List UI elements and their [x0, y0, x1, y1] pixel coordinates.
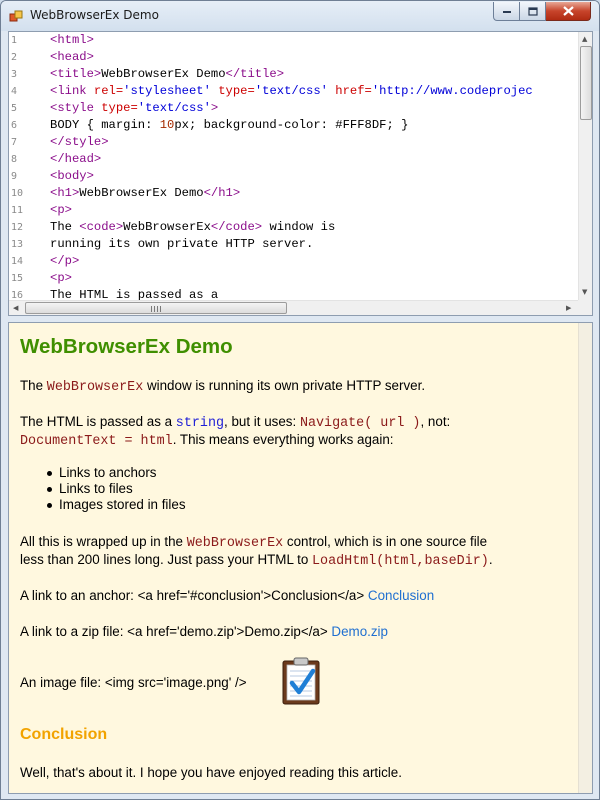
conclusion-heading: Conclusion	[20, 726, 108, 743]
line-number: 15	[11, 273, 24, 284]
window-title: WebBrowserEx Demo	[30, 8, 159, 22]
wrap-paragraph-line-2: less than 200 lines long. Just pass your…	[20, 552, 493, 569]
editor-horizontal-scroll-thumb[interactable]	[25, 302, 287, 314]
code-line: <style type='text/css'>	[50, 101, 219, 115]
app-window-icon	[9, 10, 23, 22]
code-line: The HTML is passed as a	[50, 288, 219, 300]
code-line: </p>	[50, 254, 80, 268]
code-line: running its own private HTTP server.	[50, 237, 314, 251]
editor-vertical-scrollbar[interactable]: ▲ ▼	[578, 32, 592, 300]
html-source-editor[interactable]: 1 2 3 4 5 6 7 8 9 10 11 12 13 14 15 16 <…	[8, 31, 593, 316]
intro-paragraph: The WebBrowserEx window is running its o…	[20, 378, 426, 395]
code-line: BODY { margin: 10px; background-color: #…	[50, 118, 409, 132]
line-number: 3	[11, 69, 18, 80]
code-line: </head>	[50, 152, 102, 166]
line-number: 12	[11, 222, 24, 233]
feature-list: Links to anchors Links to files Images s…	[47, 465, 186, 513]
rendered-page: WebBrowserEx Demo The WebBrowserEx windo…	[9, 323, 578, 793]
web-browser-pane[interactable]: WebBrowserEx Demo The WebBrowserEx windo…	[8, 322, 593, 794]
html-paragraph-line-2: DocumentText = html. This means everythi…	[20, 432, 394, 449]
wrap-paragraph-line-1: All this is wrapped up in the WebBrowser…	[20, 534, 488, 551]
conclusion-link[interactable]: Conclusion	[368, 588, 434, 603]
scroll-up-icon[interactable]: ▲	[582, 35, 587, 43]
close-icon	[562, 6, 574, 16]
scroll-left-icon[interactable]: ◀	[13, 304, 18, 312]
image-paragraph: An image file: <img src='image.png' />	[20, 675, 247, 690]
list-item: Links to anchors	[47, 465, 186, 481]
line-number: 8	[11, 154, 18, 165]
browser-vertical-scrollbar[interactable]	[578, 323, 592, 793]
code-line: <html>	[50, 33, 94, 47]
code-line: <p>	[50, 203, 72, 217]
scroll-right-icon[interactable]: ▶	[566, 304, 571, 312]
anchor-link-paragraph: A link to an anchor: <a href='#conclusio…	[20, 588, 435, 603]
demo-zip-link[interactable]: Demo.zip	[331, 624, 388, 639]
list-item: Images stored in files	[47, 497, 186, 513]
line-number: 9	[11, 171, 18, 182]
list-item: Links to files	[47, 481, 186, 497]
line-number-gutter: 1 2 3 4 5 6 7 8 9 10 11 12 13 14 15 16	[9, 32, 29, 301]
code-line: The <code>WebBrowserEx</code> window is	[50, 220, 336, 234]
code-text-area[interactable]: <html> <head> <title>WebBrowserEx Demo</…	[31, 32, 579, 300]
editor-vertical-scroll-thumb[interactable]	[580, 46, 592, 120]
line-number: 2	[11, 52, 18, 63]
code-line: </style>	[50, 135, 109, 149]
code-line: <p>	[50, 271, 72, 285]
html-paragraph-line-1: The HTML is passed as a string, but it u…	[20, 414, 451, 431]
line-number: 6	[11, 120, 18, 131]
scrollbar-corner	[578, 300, 592, 315]
main-window: WebBrowserEx Demo 1 2 3 4 5 6 7 8 9 10 1…	[0, 0, 600, 800]
grip-icon	[151, 306, 161, 312]
code-line: <body>	[50, 169, 94, 183]
code-line: <link rel='stylesheet' type='text/css' h…	[50, 84, 533, 98]
line-number: 11	[11, 205, 24, 216]
line-number: 14	[11, 256, 24, 267]
page-title: WebBrowserEx Demo	[20, 335, 233, 358]
line-number: 4	[11, 86, 18, 97]
line-number: 5	[11, 103, 18, 114]
line-number: 13	[11, 239, 24, 250]
line-number: 1	[11, 35, 18, 46]
maximize-icon	[527, 6, 538, 16]
clipboard-check-icon	[282, 657, 320, 705]
title-bar[interactable]: WebBrowserEx Demo	[1, 1, 599, 31]
maximize-button[interactable]	[520, 2, 546, 21]
minimize-button[interactable]	[493, 2, 520, 21]
code-line: <head>	[50, 50, 94, 64]
conclusion-paragraph: Well, that's about it. I hope you have e…	[20, 765, 402, 780]
zip-link-paragraph: A link to a zip file: <a href='demo.zip'…	[20, 624, 388, 639]
editor-horizontal-scrollbar[interactable]: ◀ ▶	[9, 300, 578, 315]
minimize-icon	[502, 11, 511, 13]
line-number: 7	[11, 137, 18, 148]
code-line: <h1>WebBrowserEx Demo</h1>	[50, 186, 241, 200]
close-button[interactable]	[546, 2, 591, 21]
line-number: 10	[11, 188, 24, 199]
code-line: <title>WebBrowserEx Demo</title>	[50, 67, 285, 81]
scroll-down-icon[interactable]: ▼	[582, 288, 587, 296]
